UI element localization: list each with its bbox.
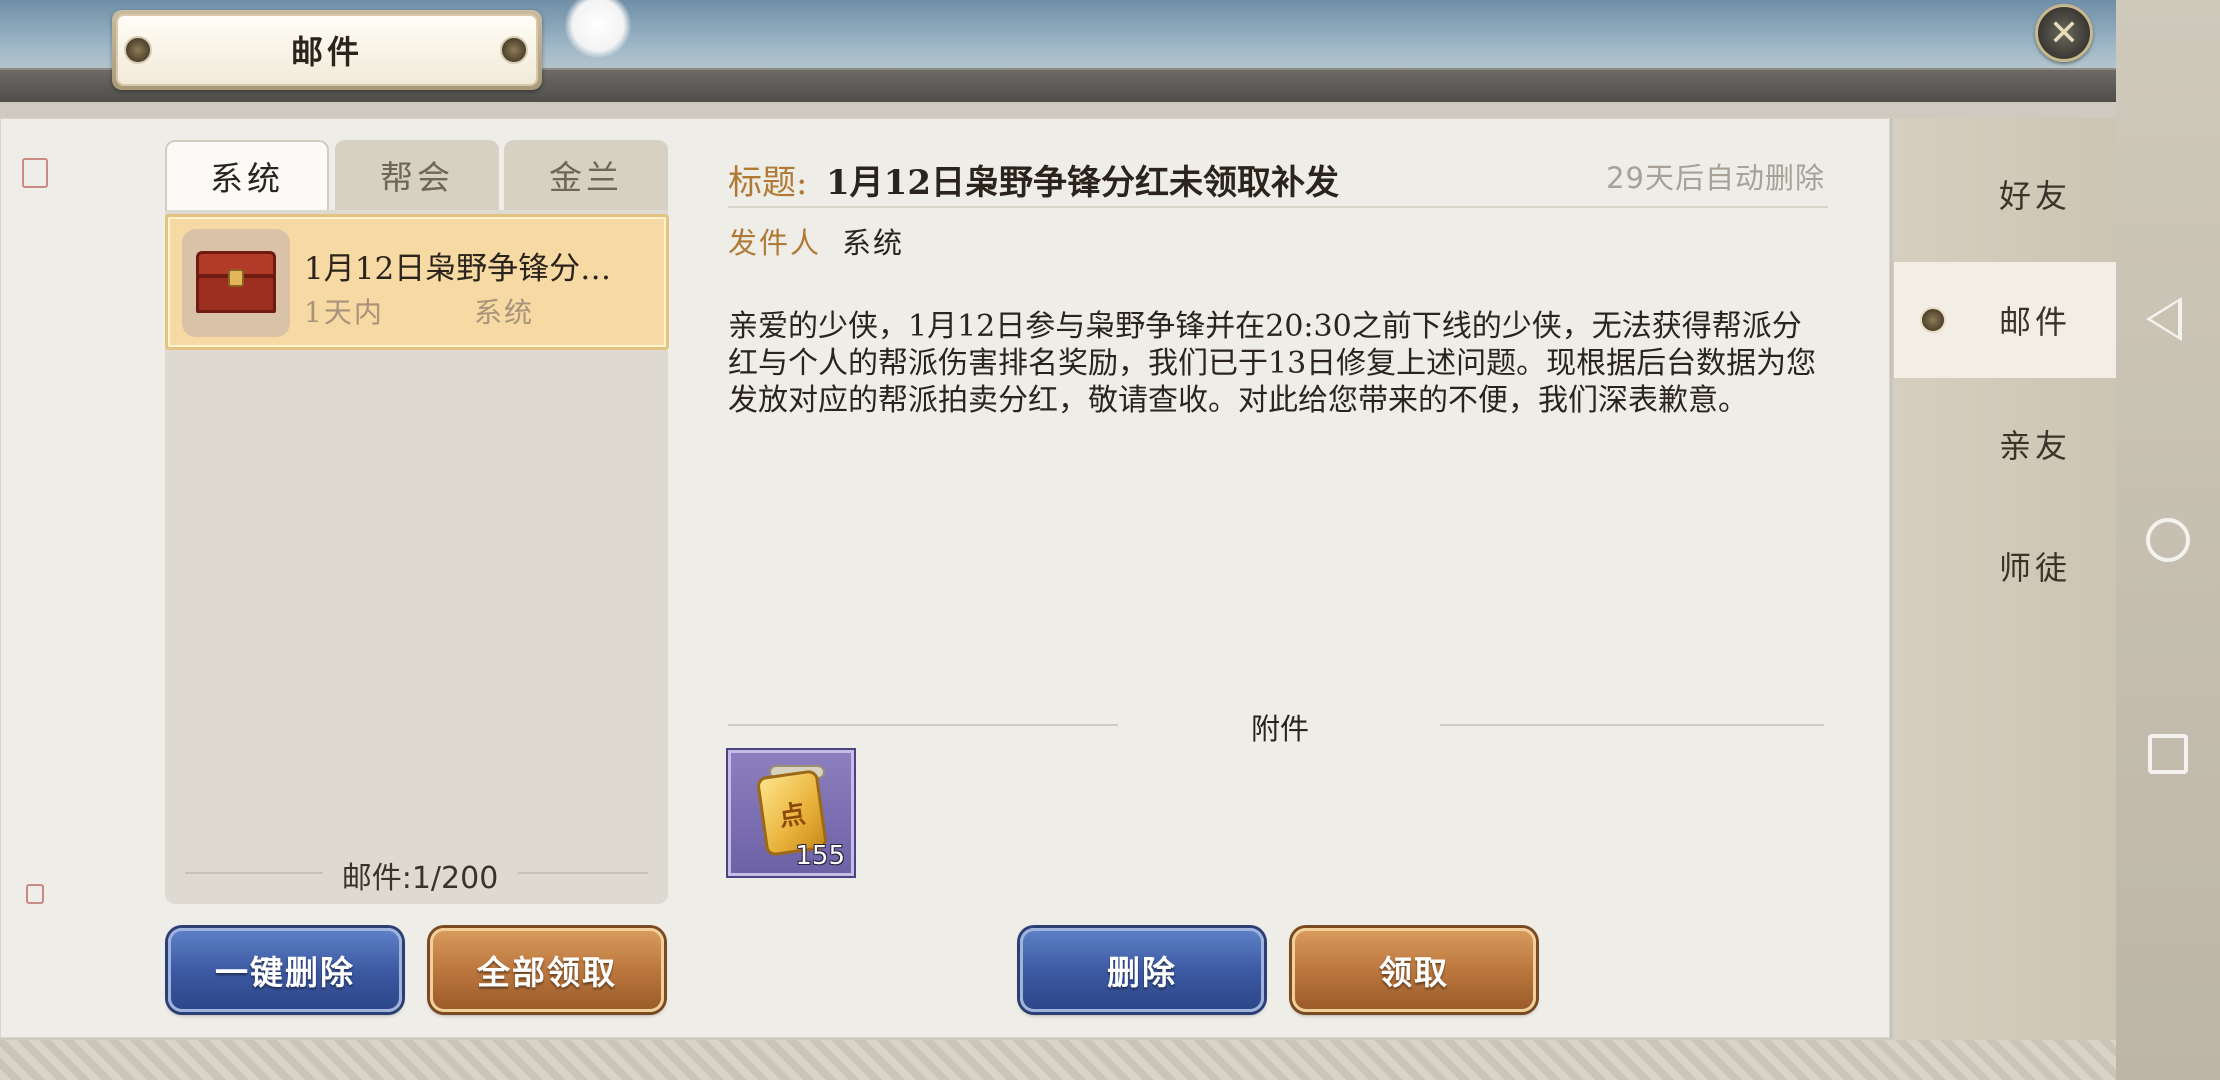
calligraphy-decoration xyxy=(30,214,40,314)
delete-button[interactable]: 删除 xyxy=(1020,928,1264,1012)
mail-item-sender: 系统 xyxy=(474,296,535,329)
sidebar-item-friends[interactable]: 好友 xyxy=(1894,136,2116,252)
tab-sworn[interactable]: 金兰 xyxy=(504,140,668,210)
knot-ornament-icon xyxy=(124,36,152,64)
tab-label: 帮会 xyxy=(380,158,454,197)
divider xyxy=(518,872,648,874)
treasure-chest-icon xyxy=(196,251,276,313)
back-icon[interactable] xyxy=(2146,297,2182,341)
knot-ornament-icon xyxy=(500,36,528,64)
tab-guild[interactable]: 帮会 xyxy=(335,140,499,210)
home-icon[interactable] xyxy=(2146,518,2190,562)
mail-item-time: 1天内 xyxy=(304,296,384,329)
mail-item-title: 1月12日枭野争锋分… xyxy=(304,251,612,287)
button-label: 一键删除 xyxy=(215,953,355,992)
selected-knot-icon xyxy=(1920,307,1946,333)
button-label: 全部领取 xyxy=(477,953,617,992)
title-label: 标题: xyxy=(728,163,808,203)
attachment-quantity: 155 xyxy=(795,841,845,871)
sidebar-item-label: 师徒 xyxy=(1998,549,2071,587)
divider xyxy=(728,206,1828,208)
divider xyxy=(185,872,323,874)
auto-delete-notice: 29天后自动删除 xyxy=(1606,161,1825,195)
bottom-pattern-strip xyxy=(0,1040,2116,1080)
sidebar-item-mentor[interactable]: 师徒 xyxy=(1894,508,2116,624)
window-title: 邮件 xyxy=(290,33,363,71)
close-icon: ✕ xyxy=(2048,12,2080,54)
claim-all-button[interactable]: 全部领取 xyxy=(430,928,664,1012)
mail-icon-frame xyxy=(182,229,290,337)
delete-all-button[interactable]: 一键删除 xyxy=(168,928,402,1012)
claim-button[interactable]: 领取 xyxy=(1292,928,1536,1012)
tab-label: 金兰 xyxy=(549,158,623,197)
sidebar-item-label: 亲友 xyxy=(1998,427,2071,465)
mail-count: 邮件:1/200 xyxy=(341,861,499,896)
category-sidebar: 好友 邮件 亲友 师徒 xyxy=(1894,118,2116,1040)
attachment-item[interactable]: 点 155 xyxy=(728,750,854,876)
button-label: 领取 xyxy=(1379,953,1449,992)
close-button[interactable]: ✕ xyxy=(2035,4,2093,62)
sidebar-item-label: 好友 xyxy=(1998,177,2071,215)
button-label: 删除 xyxy=(1107,953,1177,992)
system-nav-bar xyxy=(2116,0,2220,1080)
divider xyxy=(1440,724,1824,726)
recent-apps-icon[interactable] xyxy=(2148,734,2188,774)
window-title-plaque: 邮件 xyxy=(112,10,542,90)
sidebar-item-relatives[interactable]: 亲友 xyxy=(1894,386,2116,502)
divider xyxy=(728,724,1118,726)
sender-value: 系统 xyxy=(842,226,905,260)
list-item[interactable]: 1月12日枭野争锋分… 1天内 系统 xyxy=(165,214,669,350)
mail-title: 1月12日枭野争锋分红未领取补发 xyxy=(826,163,1339,203)
tab-system[interactable]: 系统 xyxy=(165,140,329,210)
sidebar-item-label: 邮件 xyxy=(1998,303,2071,341)
sender-label: 发件人 xyxy=(728,226,822,260)
seal-stamp-icon xyxy=(26,884,44,904)
attachment-label: 附件 xyxy=(1250,712,1309,746)
mail-body: 亲爱的少侠，1月12日参与枭野争锋并在20:30之前下线的少侠，无法获得帮派分红… xyxy=(728,309,1817,418)
sidebar-item-mail[interactable]: 邮件 xyxy=(1894,262,2116,378)
tab-label: 系统 xyxy=(210,159,284,198)
seal-stamp-icon xyxy=(22,158,48,188)
scroll-glyph: 点 xyxy=(777,798,808,833)
